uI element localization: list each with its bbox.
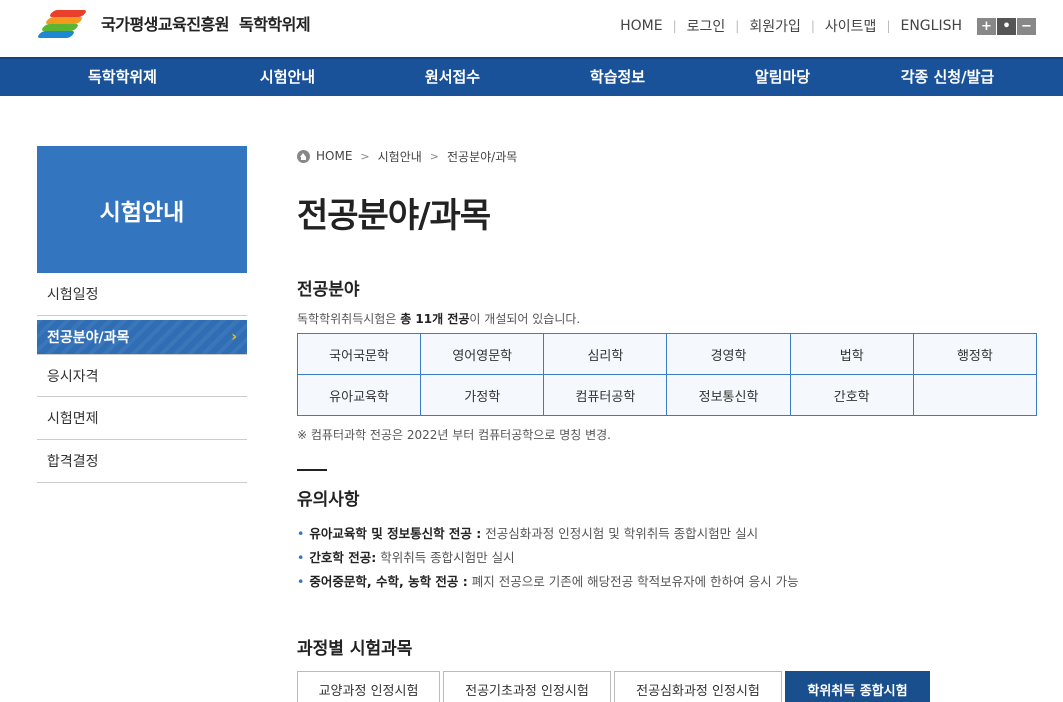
caution-item-bold: 중어중문학, 수학, 농학 전공 : xyxy=(309,574,468,589)
side-nav-item-label: 시험일정 xyxy=(47,287,99,303)
util-login-link[interactable]: 로그인 xyxy=(687,16,726,36)
gnb-item-study-info[interactable]: 학습정보 xyxy=(535,59,700,96)
major-cell-empty xyxy=(912,374,1038,416)
breadcrumb-current: 전공분야/과목 xyxy=(447,149,518,164)
gnb-item-application[interactable]: 원서접수 xyxy=(370,59,535,96)
side-nav-item-schedule[interactable]: 시험일정 xyxy=(37,273,247,316)
site-name: 독학학위제 xyxy=(238,15,311,34)
breadcrumb-home[interactable]: HOME xyxy=(316,149,352,163)
breadcrumb-exam-info[interactable]: 시험안내 xyxy=(378,148,422,165)
side-nav-item-label: 응시자격 xyxy=(47,368,99,385)
utility-menu: HOME | 로그인 | 회원가입 | 사이트맵 | ENGLISH + • − xyxy=(620,16,1036,36)
major-cell: 법학 xyxy=(789,333,914,375)
table-row: 국어국문학 영어영문학 심리학 경영학 법학 행정학 xyxy=(296,333,1038,375)
table-row: 유아교육학 가정학 컴퓨터공학 정보통신학 간호학 xyxy=(296,374,1038,416)
list-item: 중어중문학, 수학, 농학 전공 : 폐지 전공으로 기존에 해당전공 학적보유… xyxy=(297,570,1037,594)
side-nav-title: 시험안내 xyxy=(37,146,247,273)
zoom-out-button[interactable]: − xyxy=(1017,17,1036,35)
majors-desc-count: 총 11개 전공 xyxy=(400,312,470,326)
side-nav: 시험안내 시험일정 전공분야/과목 › 응시자격 시험면제 합격결정 xyxy=(37,146,247,483)
site-logo[interactable]: 국가평생교육진흥원 독학학위제 xyxy=(36,8,311,38)
majors-desc-suffix: 이 개설되어 있습니다. xyxy=(469,312,581,326)
breadcrumb-separator-icon: > xyxy=(429,149,440,163)
tab-major-basic[interactable]: 전공기초과정 인정시험 xyxy=(443,671,611,702)
section-divider xyxy=(297,469,327,471)
side-nav-item-eligibility[interactable]: 응시자격 xyxy=(37,354,247,397)
gnb-item-degree[interactable]: 독학학위제 xyxy=(40,59,205,96)
list-item: 유아교육학 및 정보통신학 전공 : 전공심화과정 인정시험 및 학위취득 종합… xyxy=(297,522,1037,546)
font-zoom-controls: + • − xyxy=(976,17,1036,35)
major-cell: 유아교육학 xyxy=(296,374,422,416)
caution-section-title: 유의사항 xyxy=(297,490,360,510)
caution-item-bold: 간호학 전공: xyxy=(309,550,377,565)
main-nav: 독학학위제 시험안내 원서접수 학습정보 알림마당 각종 신청/발급 xyxy=(0,57,1063,96)
major-cell: 심리학 xyxy=(543,333,668,375)
side-nav-item-pass-decision[interactable]: 합격결정 xyxy=(37,440,247,483)
tab-degree-comprehensive[interactable]: 학위취득 종합시험 xyxy=(785,671,930,702)
side-nav-item-exemption[interactable]: 시험면제 xyxy=(37,397,247,440)
tab-major-advanced[interactable]: 전공심화과정 인정시험 xyxy=(614,671,782,702)
page-title: 전공분야/과목 xyxy=(297,196,491,236)
list-item: 간호학 전공: 학위취득 종합시험만 실시 xyxy=(297,546,1037,570)
util-join-link[interactable]: 회원가입 xyxy=(749,16,801,36)
home-icon[interactable] xyxy=(297,149,310,163)
major-cell: 가정학 xyxy=(420,374,545,416)
major-cell: 컴퓨터공학 xyxy=(543,374,668,416)
breadcrumb-separator-icon: > xyxy=(360,149,370,163)
side-nav-item-label: 시험면제 xyxy=(47,411,99,427)
majors-desc-prefix: 독학학위취득시험은 xyxy=(297,312,397,326)
gnb-item-notice[interactable]: 알림마당 xyxy=(700,59,865,96)
caution-item-text: 학위취득 종합시험만 실시 xyxy=(376,550,515,565)
org-name: 국가평생교육진흥원 xyxy=(101,15,229,34)
majors-description: 독학학위취득시험은 총 11개 전공이 개설되어 있습니다. xyxy=(297,310,1037,327)
side-nav-item-majors[interactable]: 전공분야/과목 › xyxy=(37,320,247,354)
major-cell: 국어국문학 xyxy=(296,333,422,375)
main-content: HOME > 시험안내 > 전공분야/과목 전공분야/과목 전공분야 독학학위취… xyxy=(296,146,1038,702)
zoom-reset-button[interactable]: • xyxy=(997,17,1016,35)
tab-liberal-arts[interactable]: 교양과정 인정시험 xyxy=(297,671,440,702)
major-cell: 정보통신학 xyxy=(666,374,791,416)
majors-section-title: 전공분야 xyxy=(297,280,360,300)
subjects-section-title: 과정별 시험과목 xyxy=(297,639,413,659)
major-cell: 경영학 xyxy=(666,333,791,375)
site-header: 국가평생교육진흥원 독학학위제 HOME | 로그인 | 회원가입 | 사이트맵 … xyxy=(0,0,1063,57)
zoom-in-button[interactable]: + xyxy=(977,17,996,35)
util-sitemap-link[interactable]: 사이트맵 xyxy=(825,16,877,36)
caution-item-bold: 유아교육학 및 정보통신학 전공 : xyxy=(309,526,482,541)
chevron-right-icon: › xyxy=(231,329,237,345)
gnb-item-requests[interactable]: 각종 신청/발급 xyxy=(865,59,1030,96)
breadcrumb: HOME > 시험안내 > 전공분야/과목 xyxy=(297,146,1037,166)
util-home-link[interactable]: HOME xyxy=(620,18,662,34)
side-nav-item-label: 합격결정 xyxy=(47,454,99,470)
logo-icon xyxy=(36,8,93,38)
util-english-link[interactable]: ENGLISH xyxy=(900,18,962,34)
majors-table: 국어국문학 영어영문학 심리학 경영학 법학 행정학 유아교육학 가정학 컴퓨터… xyxy=(296,333,1038,416)
caution-item-text: 전공심화과정 인정시험 및 학위취득 종합시험만 실시 xyxy=(481,526,759,541)
gnb-item-exam-info[interactable]: 시험안내 xyxy=(205,59,370,96)
majors-note: ※ 컴퓨터과학 전공은 2022년 부터 컴퓨터공학으로 명칭 변경. xyxy=(297,428,611,442)
major-cell: 간호학 xyxy=(789,374,914,416)
major-cell: 영어영문학 xyxy=(420,333,545,375)
logo-text: 국가평생교육진흥원 독학학위제 xyxy=(101,11,311,35)
subjects-tabs: 교양과정 인정시험 전공기초과정 인정시험 전공심화과정 인정시험 학위취득 종… xyxy=(297,671,1037,702)
major-cell: 행정학 xyxy=(912,333,1038,375)
caution-item-text: 폐지 전공으로 기존에 해당전공 학적보유자에 한하여 응시 가능 xyxy=(467,574,799,589)
side-nav-item-label: 전공분야/과목 xyxy=(47,330,130,346)
caution-list: 유아교육학 및 정보통신학 전공 : 전공심화과정 인정시험 및 학위취득 종합… xyxy=(297,522,1037,594)
